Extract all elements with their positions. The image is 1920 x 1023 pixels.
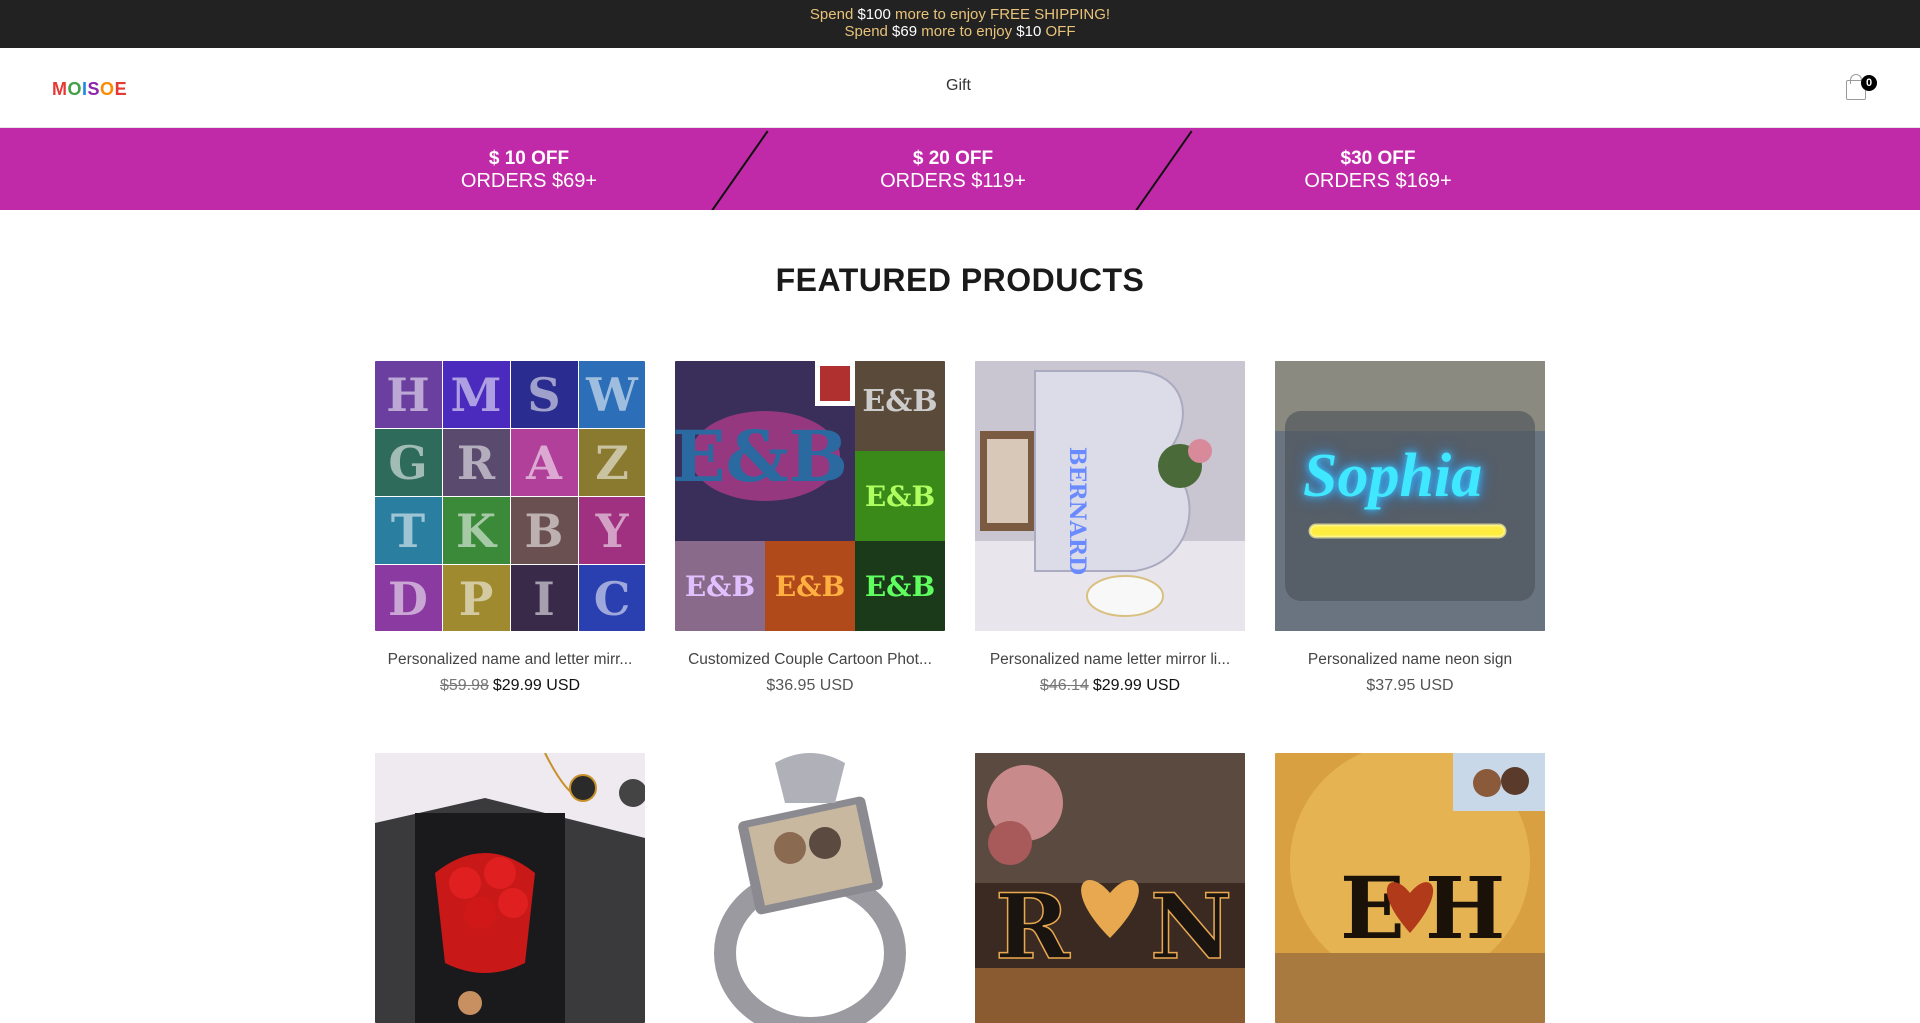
product-name[interactable]: Personalized name and letter mirr...	[375, 651, 645, 669]
announcement-text: OFF	[1041, 23, 1076, 40]
announcement-text: more to enjoy FREE SHIPPING!	[890, 6, 1111, 23]
announcement-amount: $69	[892, 23, 918, 40]
product-image[interactable]: HMSW GRAZ TKBY DPIC	[375, 361, 645, 631]
svg-text:E&B: E&B	[865, 480, 935, 513]
logo-letter: S	[87, 79, 101, 99]
product-card[interactable]: R N	[975, 753, 1245, 1023]
announcement-line-2: Spend $69 more to enjoy $10 OFF	[0, 23, 1920, 40]
promo-tier-1: $ 10 OFF ORDERS $69+	[379, 147, 679, 193]
svg-text:E&B: E&B	[675, 415, 848, 498]
svg-text:H: H	[386, 368, 429, 422]
product-name[interactable]: Customized Couple Cartoon Phot...	[675, 651, 945, 669]
svg-text:W: W	[585, 368, 639, 422]
svg-text:C: C	[594, 572, 631, 626]
product-compare-price: $59.98	[439, 677, 489, 694]
product-image[interactable]: E H	[1275, 753, 1545, 1023]
svg-text:A: A	[525, 436, 563, 490]
nav-gift-link[interactable]: Gift	[946, 77, 971, 95]
product-card[interactable]: Sophia Personalized name neon sign $37.9…	[1275, 361, 1545, 695]
promo-threshold: ORDERS $69+	[460, 170, 598, 192]
svg-text:Y: Y	[595, 504, 630, 558]
svg-text:I: I	[533, 572, 555, 626]
product-price: $37.95 USD	[1275, 677, 1545, 695]
promo-tier-2: $ 20 OFF ORDERS $119+	[803, 147, 1103, 193]
product-price: $36.95 USD	[675, 677, 945, 695]
promo-threshold: ORDERS $169+	[1304, 170, 1452, 192]
product-image[interactable]	[375, 753, 645, 1023]
promo-divider	[709, 130, 769, 210]
product-image-neon-text: Sophia	[1303, 442, 1483, 510]
svg-text:K: K	[456, 504, 498, 558]
svg-text:R: R	[457, 436, 496, 490]
promo-threshold: ORDERS $119+	[880, 170, 1026, 192]
svg-text:N: N	[1150, 874, 1232, 980]
product-image[interactable]: Sophia	[1275, 361, 1545, 631]
announcement-amount: $10	[1016, 23, 1042, 40]
svg-text:S: S	[527, 368, 560, 422]
announcement-text: Spend	[844, 23, 893, 40]
product-compare-price: $46.14	[1039, 677, 1089, 694]
product-card[interactable]: HMSW GRAZ TKBY DPIC Personalized name an…	[375, 361, 645, 695]
promo-discount: $ 10 OFF	[488, 148, 570, 169]
product-price: $46.14 $29.99 USD	[975, 677, 1245, 695]
product-card[interactable]	[675, 753, 945, 1023]
promo-tier-3: $30 OFF ORDERS $169+	[1228, 147, 1528, 193]
promo-banner: $ 10 OFF ORDERS $69+ $ 20 OFF ORDERS $11…	[0, 128, 1920, 210]
product-name[interactable]: Personalized name neon sign	[1275, 651, 1545, 669]
svg-text:E&B: E&B	[862, 384, 937, 419]
product-regular-price: $36.95 USD	[766, 677, 854, 694]
product-image[interactable]: R N	[975, 753, 1245, 1023]
cart-count-badge: 0	[1861, 75, 1877, 91]
product-sale-price: $29.99 USD	[1092, 677, 1181, 694]
logo-letter: M	[52, 79, 68, 99]
site-logo[interactable]: MOISOE	[52, 79, 127, 100]
product-card[interactable]	[375, 753, 645, 1023]
svg-text:M: M	[451, 368, 502, 422]
logo-letter: O	[100, 79, 115, 99]
svg-text:E&B: E&B	[685, 570, 755, 603]
product-name[interactable]: Personalized name letter mirror li...	[975, 651, 1245, 669]
announcement-amount: $100	[857, 6, 891, 23]
svg-text:T: T	[391, 504, 425, 558]
svg-text:B: B	[525, 504, 564, 558]
featured-products-title: FEATURED PRODUCTS	[775, 262, 1145, 298]
svg-text:E&B: E&B	[865, 570, 935, 603]
svg-text:E&B: E&B	[775, 570, 845, 603]
promo-divider	[1133, 130, 1193, 210]
announcement-text: more to enjoy	[917, 23, 1017, 40]
promo-discount: $ 20 OFF	[912, 148, 994, 169]
logo-letter: O	[67, 79, 83, 99]
svg-text:G: G	[388, 436, 427, 490]
product-regular-price: $37.95 USD	[1366, 677, 1454, 694]
svg-text:R: R	[995, 874, 1071, 980]
svg-text:BERNARD: BERNARD	[1064, 447, 1090, 575]
product-card[interactable]: BERNARD Personalized name letter mirror …	[975, 361, 1245, 695]
product-image[interactable]: BERNARD	[975, 361, 1245, 631]
site-header: MOISOE Gift 0	[0, 48, 1920, 128]
svg-text:H: H	[1425, 859, 1505, 959]
product-image[interactable]: E&B E&B E&B E&B E&B E&B	[675, 361, 945, 631]
svg-text:Z: Z	[595, 436, 629, 490]
announcement-bar: Spend $100 more to enjoy FREE SHIPPING! …	[0, 0, 1920, 48]
product-card[interactable]: E&B E&B E&B E&B E&B E&B Customized Coupl…	[675, 361, 945, 695]
announcement-text: Spend	[809, 6, 858, 23]
product-sale-price: $29.99 USD	[492, 677, 581, 694]
svg-text:P: P	[459, 572, 494, 626]
svg-text:D: D	[388, 572, 428, 626]
cart-button[interactable]: 0	[1846, 74, 1877, 104]
product-price: $59.98 $29.99 USD	[375, 677, 645, 695]
logo-letter: E	[114, 79, 128, 99]
announcement-line-1: Spend $100 more to enjoy FREE SHIPPING!	[0, 6, 1920, 23]
product-image[interactable]	[675, 753, 945, 1023]
product-card[interactable]: E H	[1275, 753, 1545, 1023]
promo-discount: $30 OFF	[1340, 148, 1416, 169]
